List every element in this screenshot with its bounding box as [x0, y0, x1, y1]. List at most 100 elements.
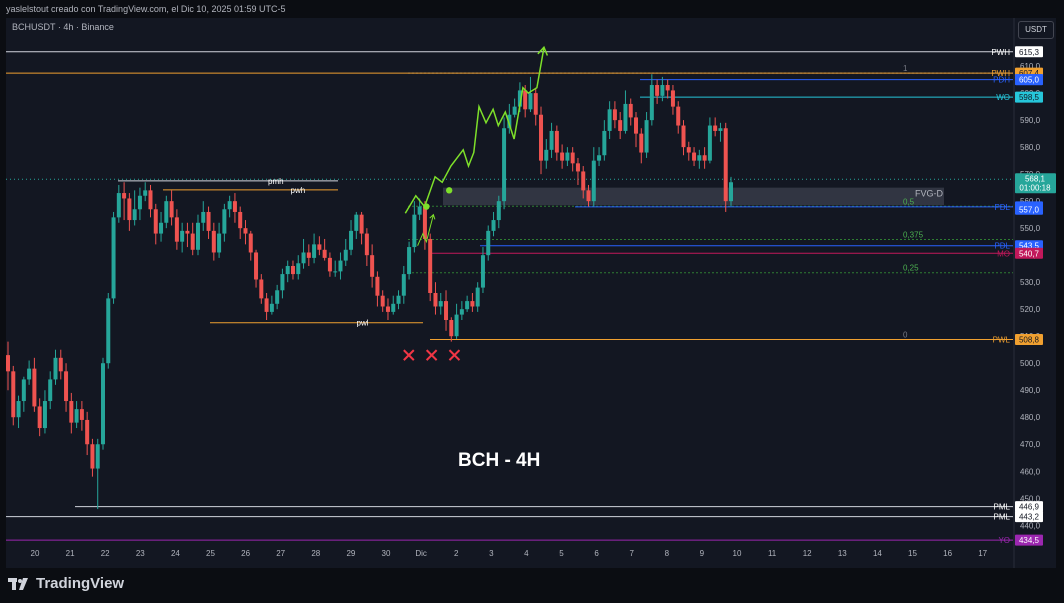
key-level-label: PML	[994, 513, 1011, 522]
candle-body	[195, 222, 200, 250]
candle	[306, 244, 311, 266]
candle	[713, 117, 718, 137]
candle-body	[459, 309, 464, 315]
candle-body	[58, 357, 63, 372]
candle-body	[391, 303, 396, 312]
candle	[53, 349, 58, 385]
x-tick-label: 28	[311, 549, 320, 558]
candle-body	[723, 128, 728, 202]
candle-body	[122, 193, 127, 199]
candle-body	[95, 444, 100, 469]
candle	[232, 193, 237, 223]
currency-button[interactable]: USDT	[1018, 21, 1054, 39]
candle	[639, 128, 644, 164]
candle-body	[280, 274, 285, 291]
candle-body	[306, 252, 311, 258]
x-tick-label: 6	[594, 549, 599, 558]
candle-body	[401, 274, 406, 296]
candle-body	[549, 130, 554, 150]
fvg-label: FVG-D	[915, 189, 943, 199]
candle	[290, 260, 295, 280]
tradingview-logo-icon	[8, 577, 28, 590]
candle-body	[254, 252, 259, 280]
candle	[375, 271, 380, 307]
x-tick-label: 2	[454, 549, 459, 558]
level-price-tag: 508,8	[1015, 333, 1043, 345]
candle-body	[349, 230, 354, 250]
candle	[322, 238, 327, 261]
y-tick-label: 460,0	[1020, 467, 1041, 476]
candle	[607, 101, 612, 140]
level-price-tag: 434,5	[1015, 534, 1043, 546]
candle-body	[285, 265, 290, 275]
candle-body	[649, 85, 654, 121]
candle-body	[433, 292, 438, 307]
candle	[201, 201, 206, 231]
candle-body	[533, 93, 538, 115]
candle	[174, 209, 179, 250]
x-tick-label: 16	[943, 549, 952, 558]
candle	[280, 268, 285, 299]
candle-body	[597, 155, 602, 161]
candle-body	[301, 252, 306, 264]
current-price-tag: 568,101:00:18	[1015, 173, 1056, 194]
level-price-tag: 443,2	[1015, 511, 1043, 523]
tradingview-logo[interactable]: TradingView	[8, 575, 124, 592]
candle-body	[618, 120, 623, 131]
candlestick-chart[interactable]: 610,0600,0590,0580,0570,0560,0550,0540,0…	[0, 0, 1064, 568]
candle	[222, 203, 227, 242]
candle-body	[692, 152, 697, 161]
candle	[32, 357, 37, 412]
candle-body	[106, 298, 111, 364]
key-level-label: PDH	[993, 76, 1010, 85]
x-tick-label: 30	[382, 549, 391, 558]
y-tick-label: 490,0	[1020, 386, 1041, 395]
candle	[539, 106, 544, 175]
candle-body	[275, 290, 280, 304]
candle	[48, 371, 53, 410]
candle-body	[153, 209, 158, 234]
x-tick-label: 27	[276, 549, 285, 558]
candle	[164, 195, 169, 229]
candle-body	[264, 298, 269, 312]
candle-body	[512, 106, 517, 115]
candle-body	[554, 130, 559, 153]
x-tick-label: 29	[346, 549, 355, 558]
candle	[549, 122, 554, 158]
candle	[248, 230, 253, 261]
candle-body	[180, 230, 185, 242]
candle	[37, 398, 42, 437]
candle-body	[269, 303, 274, 312]
x-tick-label: 26	[241, 549, 250, 558]
candle-body	[48, 379, 53, 402]
candle-body	[211, 230, 216, 253]
candle-body	[523, 90, 528, 110]
x-tick-label: 8	[665, 549, 670, 558]
candle	[180, 222, 185, 253]
candle-body	[396, 295, 401, 304]
candle-body	[206, 211, 211, 231]
candle-body	[16, 401, 21, 418]
candle	[718, 122, 723, 142]
level-price-tag: 598,5	[1015, 91, 1043, 103]
candle-body	[370, 255, 375, 277]
candle-body	[354, 214, 359, 231]
candle	[602, 120, 607, 161]
symbol-title: BCHUSDT · 4h · Binance	[12, 22, 114, 32]
candle	[64, 363, 69, 412]
candle-body	[681, 125, 686, 148]
candle	[185, 222, 190, 248]
fib-level-label: 1	[903, 64, 908, 73]
y-tick-label: 440,0	[1020, 521, 1041, 530]
y-tick-label: 590,0	[1020, 116, 1041, 125]
candle	[296, 255, 301, 280]
candle	[159, 211, 164, 242]
candle-body	[480, 255, 485, 288]
candle-body	[655, 85, 660, 96]
candle	[597, 147, 602, 167]
candle-body	[238, 211, 243, 229]
candle-body	[475, 287, 480, 307]
candle-body	[702, 155, 707, 161]
candle-body	[496, 201, 501, 221]
candle	[338, 252, 343, 280]
